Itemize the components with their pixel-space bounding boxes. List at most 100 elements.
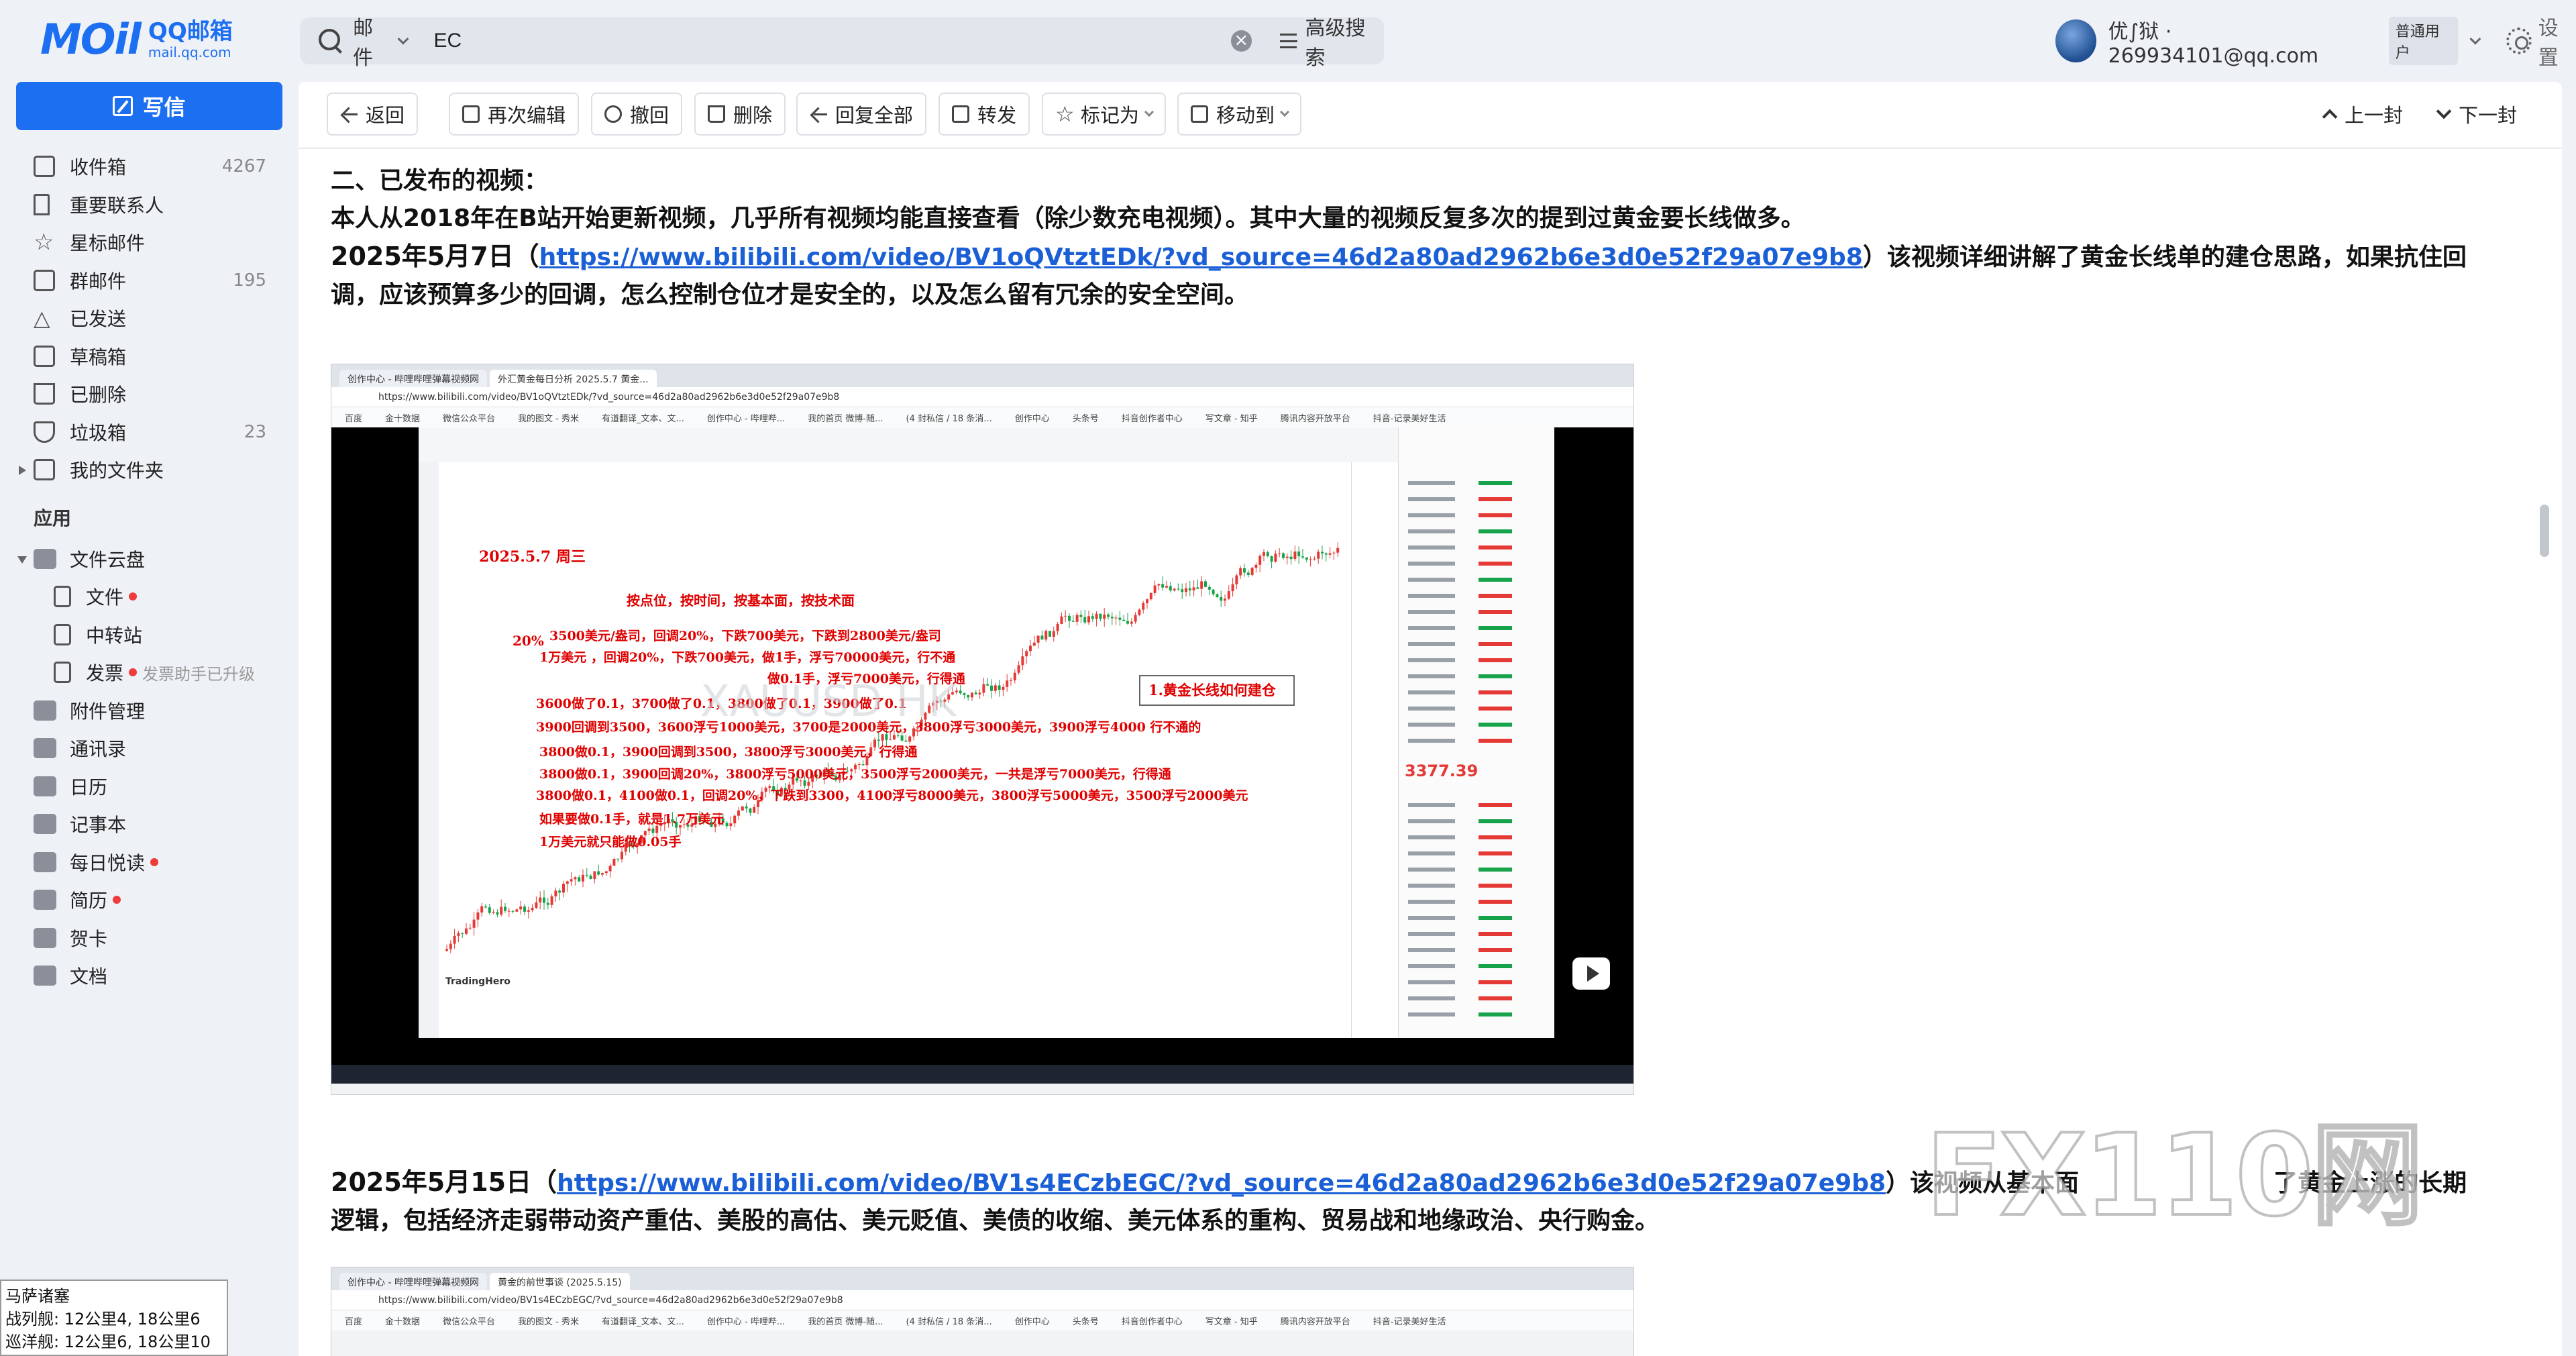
candle-body bbox=[453, 935, 456, 944]
trash-icon bbox=[34, 383, 55, 405]
sidebar-item-docs[interactable]: 文档 bbox=[0, 957, 299, 995]
search-scope-dropdown[interactable]: 邮件 bbox=[353, 11, 409, 70]
sidebar-item-greeting-cards[interactable]: 贺卡 bbox=[0, 919, 299, 957]
reading-icon bbox=[34, 851, 56, 872]
sidebar-item-files[interactable]: 文件 bbox=[0, 578, 299, 616]
user-account[interactable]: 优∫狱 · 269934101@qq.com bbox=[2108, 15, 2374, 68]
candle-body bbox=[861, 764, 865, 766]
sidebar-item-contacts[interactable]: 通讯录 bbox=[0, 729, 299, 768]
previous-mail-button[interactable]: 上一封 bbox=[2322, 93, 2403, 136]
back-button[interactable]: 返回 bbox=[327, 93, 419, 136]
bookmark-item: 微信公众平台 bbox=[443, 1316, 496, 1327]
scrollbar-thumb[interactable] bbox=[2540, 505, 2549, 557]
candle-body bbox=[1017, 665, 1020, 673]
reply-all-button[interactable]: 回复全部 bbox=[796, 93, 927, 136]
sidebar-item-inbox[interactable]: 收件箱 4267 bbox=[0, 148, 299, 186]
candle-body bbox=[749, 808, 752, 813]
candle-body bbox=[971, 692, 973, 698]
candle-body bbox=[468, 927, 472, 929]
fx110-watermark: FX110网 bbox=[1924, 1110, 2425, 1241]
candle-body bbox=[1107, 614, 1110, 617]
candle-body bbox=[1270, 556, 1273, 562]
browser-bookmarks-bar: 百度 金十数据 微信公众平台 我的图文 - 秀米 有道翻译_文本、文... 创作中心 - … bbox=[331, 407, 1633, 427]
video-player: 2025.5.7 周三 按点位，按时间，按基本面，按技术面 20% 3500美元… bbox=[331, 427, 1633, 1065]
quote-row-change bbox=[1479, 980, 1512, 984]
account-menu-chevron-icon[interactable] bbox=[2469, 33, 2481, 45]
user-level-badge[interactable]: 普通用户 bbox=[2388, 17, 2459, 65]
next-mail-button[interactable]: 下一封 bbox=[2436, 93, 2517, 136]
resume-icon bbox=[34, 890, 56, 910]
sidebar-item-attachments[interactable]: 附件管理 bbox=[0, 692, 299, 730]
video-link-1[interactable]: https://www.bilibili.com/video/BV1oQVtzt… bbox=[539, 244, 1863, 271]
search-input[interactable] bbox=[433, 30, 1191, 52]
candle-body bbox=[500, 906, 503, 915]
sidebar-item-transfer[interactable]: 中转站 bbox=[0, 616, 299, 654]
sidebar-item-sent[interactable]: △ 已发送 bbox=[0, 299, 299, 337]
sidebar-item-drafts[interactable]: 草稿箱 bbox=[0, 337, 299, 376]
candle-body bbox=[604, 871, 608, 874]
quote-row-change bbox=[1479, 707, 1512, 711]
candle-body bbox=[515, 909, 519, 912]
quote-row-name bbox=[1408, 529, 1455, 533]
sidebar-item-notepad[interactable]: 记事本 bbox=[0, 805, 299, 843]
video-link-2[interactable]: https://www.bilibili.com/video/BV1s4ECzb… bbox=[557, 1169, 1886, 1197]
candle-body bbox=[472, 919, 476, 928]
sidebar-item-daily-reading[interactable]: 每日悦读 bbox=[0, 843, 299, 882]
video-screenshot-1[interactable]: 创作中心 - 哔哩哔哩弹幕视频网 外汇黄金每日分析 2025.5.7 黄金...… bbox=[331, 364, 1634, 1095]
sidebar-item-invoice[interactable]: 发票 发票助手已升级 bbox=[0, 654, 299, 692]
clear-search-icon[interactable]: × bbox=[1230, 30, 1252, 52]
candle-body bbox=[1095, 613, 1098, 619]
candle-body bbox=[1126, 621, 1129, 624]
attachment-icon bbox=[34, 700, 56, 721]
search-icon[interactable] bbox=[315, 25, 346, 57]
quote-row-change bbox=[1479, 562, 1512, 566]
sidebar-item-starred[interactable]: ☆ 星标邮件 bbox=[0, 223, 299, 262]
quote-row-name bbox=[1408, 964, 1455, 968]
bookmark-item: 微信公众平台 bbox=[443, 413, 496, 424]
quote-row-change bbox=[1479, 948, 1512, 952]
candle-body bbox=[511, 910, 515, 912]
forward-button[interactable]: 转发 bbox=[938, 93, 1030, 136]
sidebar-item-spam[interactable]: 垃圾箱 23 bbox=[0, 413, 299, 452]
browser-tab: 创作中心 - 哔哩哔哩弹幕视频网 bbox=[339, 370, 487, 387]
bookmark-item: 头条号 bbox=[1072, 1316, 1099, 1327]
quote-row-change bbox=[1479, 545, 1512, 550]
quote-row-change bbox=[1479, 674, 1512, 678]
sidebar-item-vip-contacts[interactable]: 重要联系人 bbox=[0, 186, 299, 224]
candle-body bbox=[1056, 623, 1059, 631]
avatar[interactable] bbox=[2055, 19, 2096, 62]
recall-button[interactable]: 撤回 bbox=[591, 93, 683, 136]
sidebar-item-calendar[interactable]: 日历 bbox=[0, 768, 299, 806]
sidebar-item-deleted[interactable]: 已删除 bbox=[0, 375, 299, 413]
mark-as-dropdown[interactable]: ☆ 标记为 bbox=[1042, 93, 1167, 136]
quote-row-name bbox=[1408, 835, 1455, 839]
move-to-dropdown[interactable]: 移动到 bbox=[1177, 93, 1302, 136]
chart-annotation: 3800做0.1，4100做0.1，回调20%，下跌到3300，4100浮亏80… bbox=[536, 788, 1248, 803]
quote-row-change bbox=[1479, 658, 1512, 662]
candle-body bbox=[881, 734, 884, 741]
advanced-search-button[interactable]: 高级搜索 bbox=[1280, 11, 1384, 70]
compose-button[interactable]: 写信 bbox=[16, 82, 282, 130]
file-icon bbox=[54, 586, 71, 608]
sidebar-item-cloud-drive[interactable]: 文件云盘 bbox=[0, 540, 299, 578]
quote-row-change bbox=[1479, 996, 1512, 1000]
bookmark-item: 我的首页 微博-随... bbox=[808, 413, 883, 424]
settings-button[interactable]: 设置 bbox=[2506, 11, 2576, 70]
candle-body bbox=[1243, 568, 1246, 573]
reedit-button[interactable]: 再次编辑 bbox=[449, 93, 580, 136]
candle-body bbox=[1266, 552, 1269, 557]
candle-body bbox=[994, 685, 997, 691]
play-icon[interactable] bbox=[1572, 957, 1610, 990]
candle-body bbox=[1149, 592, 1152, 600]
qq-mail-logo[interactable]: MOil QQ邮箱 mail.qq.com bbox=[40, 15, 233, 64]
candle-body bbox=[449, 943, 452, 949]
sidebar-item-group-mail[interactable]: 群邮件 195 bbox=[0, 262, 299, 300]
quote-row-name bbox=[1408, 723, 1455, 727]
candle-body bbox=[963, 693, 966, 695]
sidebar-item-my-folders[interactable]: 我的文件夹 bbox=[0, 451, 299, 489]
bookmark-item: 抖音-记录美好生活 bbox=[1373, 413, 1446, 424]
candle-body bbox=[1239, 568, 1242, 576]
delete-button[interactable]: 删除 bbox=[694, 93, 786, 136]
sidebar-item-resume[interactable]: 简历 bbox=[0, 881, 299, 919]
video-screenshot-2[interactable]: 创作中心 - 哔哩哔哩弹幕视频网 黄金的前世事谈 (2025.5.15) htt… bbox=[331, 1267, 1634, 1356]
